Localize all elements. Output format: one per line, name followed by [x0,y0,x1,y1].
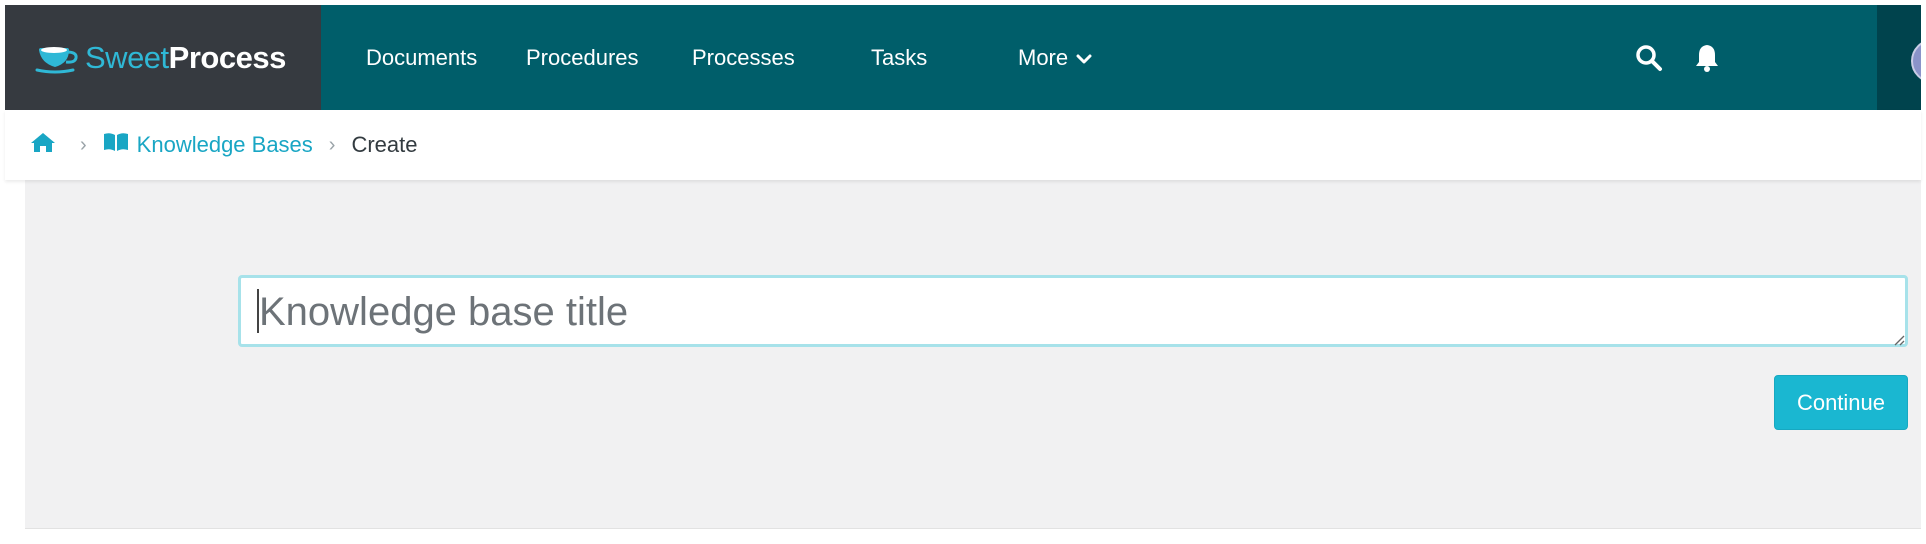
breadcrumb-separator: › [80,133,87,156]
profile-area [1877,5,1921,110]
knowledge-base-title-input[interactable] [238,275,1908,347]
nav-item-documents[interactable]: Documents [366,5,477,110]
search-icon[interactable] [1633,42,1665,74]
resize-grip-icon[interactable] [1893,333,1905,346]
main-content: Continue [25,180,1921,529]
top-actions [1501,5,1921,110]
chevron-down-icon [1076,5,1092,110]
home-icon [30,131,64,159]
book-open-icon [103,132,137,158]
nav-item-label: Tasks [871,45,928,70]
breadcrumb-kb-label: Knowledge Bases [136,132,313,157]
nav-item-tasks[interactable]: Tasks [871,5,927,110]
avatar[interactable] [1911,39,1921,83]
breadcrumb-current: Create [351,132,418,157]
brand-logo[interactable]: SweetProcess [5,5,321,110]
nav-item-label: Documents [366,45,478,70]
breadcrumb-knowledge-bases[interactable]: Knowledge Bases [103,132,313,158]
breadcrumb-home[interactable] [30,131,64,159]
nav-item-label: More [1018,45,1069,70]
breadcrumb: › Knowledge Bases › Create [5,110,1921,180]
nav-item-processes[interactable]: Processes [692,5,795,110]
teacup-icon [33,41,83,75]
brand-name-light: Sweet [85,39,169,75]
breadcrumb-separator: › [328,133,336,156]
text-cursor [257,289,259,333]
nav-item-label: Procedures [526,45,639,70]
continue-button[interactable]: Continue [1774,375,1908,430]
nav-item-more[interactable]: More [1018,5,1092,110]
brand-name-bold: Process [168,39,287,75]
app-window: SweetProcess Documents Procedures Proces… [0,0,1926,544]
nav-item-procedures[interactable]: Procedures [526,5,639,110]
nav-item-label: Processes [692,45,795,70]
top-navigation-bar: SweetProcess Documents Procedures Proces… [5,5,1921,110]
main-nav: Documents Procedures Processes Tasks Mor… [321,5,1321,110]
bell-icon[interactable] [1691,42,1723,74]
brand-name: SweetProcess [85,40,286,76]
